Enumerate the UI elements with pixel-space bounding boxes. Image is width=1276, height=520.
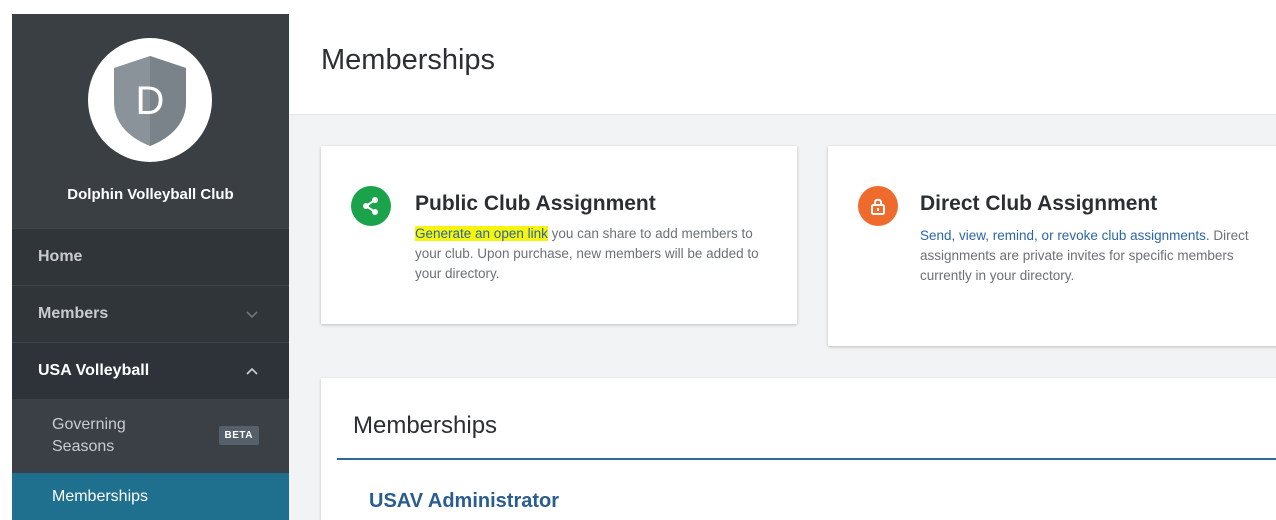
sidebar-item-label: USA Volleyball: [38, 362, 150, 379]
sidebar-item-home[interactable]: Home: [12, 228, 289, 285]
logo-letter: D: [136, 79, 165, 123]
page-header: Memberships: [289, 14, 1276, 115]
memberships-panel: Memberships USAV Administrator: [321, 378, 1276, 520]
app-frame: D Dolphin Volleyball Club Home Members U…: [12, 14, 1276, 520]
direct-card-description: Send, view, remind, or revoke club assig…: [920, 226, 1268, 286]
direct-card-title: Direct Club Assignment: [920, 192, 1158, 215]
sidebar-item-label: Memberships: [52, 487, 149, 505]
memberships-panel-title: Memberships: [353, 412, 498, 439]
club-logo-area: D Dolphin Volleyball Club: [12, 14, 289, 228]
sidebar-item-label: Governing Seasons: [52, 416, 126, 455]
generate-open-link[interactable]: Generate an open link: [415, 226, 548, 241]
direct-club-assignment-card[interactable]: Direct Club Assignment Send, view, remin…: [828, 146, 1276, 346]
club-logo: D: [88, 38, 212, 162]
sidebar-item-governing-seasons[interactable]: Governing Seasons BETA: [12, 399, 289, 473]
sidebar-item-label: Home: [38, 248, 83, 265]
shield-icon: D: [114, 56, 186, 146]
page-title: Memberships: [321, 44, 496, 76]
share-icon: [351, 186, 391, 226]
sidebar-item-usa-volleyball[interactable]: USA Volleyball: [12, 342, 289, 399]
public-card-title: Public Club Assignment: [415, 192, 656, 215]
sidebar: D Dolphin Volleyball Club Home Members U…: [12, 14, 289, 520]
sidebar-item-members[interactable]: Members: [12, 285, 289, 342]
sidebar-item-label: Members: [38, 305, 109, 322]
chevron-up-icon: [246, 367, 258, 375]
chevron-down-icon: [246, 311, 258, 319]
membership-item-usav-administrator[interactable]: USAV Administrator: [369, 490, 559, 513]
club-name: Dolphin Volleyball Club: [67, 186, 234, 203]
send-view-remind-link[interactable]: Send, view, remind, or revoke club assig…: [920, 228, 1210, 243]
lock-icon: [858, 186, 898, 226]
panel-divider: [337, 458, 1276, 460]
beta-badge: BETA: [218, 426, 259, 445]
sidebar-item-memberships[interactable]: Memberships: [12, 473, 289, 520]
main-content: Memberships Public Club Assignment Gener…: [289, 14, 1276, 520]
public-club-assignment-card[interactable]: Public Club Assignment Generate an open …: [321, 146, 797, 324]
public-card-description: Generate an open link you can share to a…: [415, 224, 765, 284]
